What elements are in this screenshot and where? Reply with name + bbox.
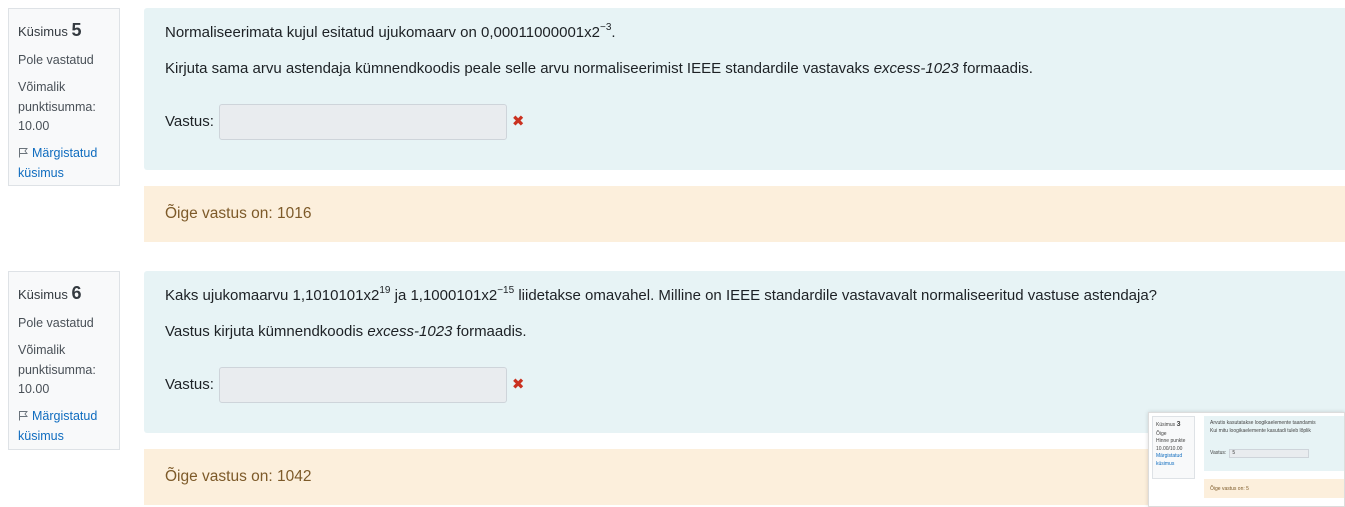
thumbnail-question-info: Küsimus 3 Õige Hinne punkte 10.00/10.00 … (1152, 416, 1195, 479)
question-paragraph: Vastus kirjuta kümnendkoodis excess-1023… (165, 322, 527, 340)
screenshot-thumbnail[interactable]: Küsimus 3 Õige Hinne punkte 10.00/10.00 … (1148, 412, 1345, 507)
question-grade: Võimalik punktisumma: 10.00 (18, 343, 96, 397)
incorrect-icon: ✖ (511, 375, 525, 393)
answer-label: Vastus: (165, 112, 214, 130)
correct-answer-feedback: Õige vastus on: 1016 (144, 186, 1345, 242)
question-info-5: Küsimus 5 Pole vastatud Võimalik punktis… (8, 8, 120, 186)
flag-question-link[interactable]: Märgistatud küsimus (18, 144, 110, 183)
thumbnail-feedback: Õige vastus on: 5 (1204, 479, 1344, 498)
thumbnail-answer-row: Vastus: 5 (1210, 449, 1340, 458)
question-number: Küsimus 5 (18, 20, 82, 40)
answer-row: Vastus: ✖ (165, 366, 1324, 403)
thumbnail-question-text: Arvutis kasutatakse loogikaelemente taan… (1204, 416, 1344, 471)
answer-row: Vastus: ✖ (165, 103, 1324, 140)
question-text-6: Kaks ujukomaarvu 1,1010101x219 ja 1,1000… (144, 271, 1345, 433)
question-paragraph: Kaks ujukomaarvu 1,1010101x219 ja 1,1000… (165, 285, 1158, 304)
flag-question-link[interactable]: Märgistatud küsimus (18, 407, 110, 446)
flag-icon (19, 148, 28, 158)
question-text-5: Normaliseerimata kujul esitatud ujukomaa… (144, 8, 1345, 170)
flag-icon (19, 411, 28, 421)
thumbnail-answer-box: 5 (1229, 449, 1310, 458)
answer-label: Vastus: (165, 375, 214, 393)
question-number: Küsimus 6 (18, 283, 82, 303)
question-grade: Võimalik punktisumma: 10.00 (18, 80, 96, 134)
incorrect-icon: ✖ (511, 112, 525, 130)
answer-input[interactable] (218, 366, 507, 403)
question-state: Pole vastatud (18, 52, 94, 67)
question-state: Pole vastatud (18, 315, 94, 330)
question-paragraph: Normaliseerimata kujul esitatud ujukomaa… (165, 22, 616, 41)
question-paragraph: Kirjuta sama arvu astendaja kümnendkoodi… (165, 59, 1033, 77)
question-info-6: Küsimus 6 Pole vastatud Võimalik punktis… (8, 271, 120, 450)
answer-input[interactable] (218, 103, 507, 140)
